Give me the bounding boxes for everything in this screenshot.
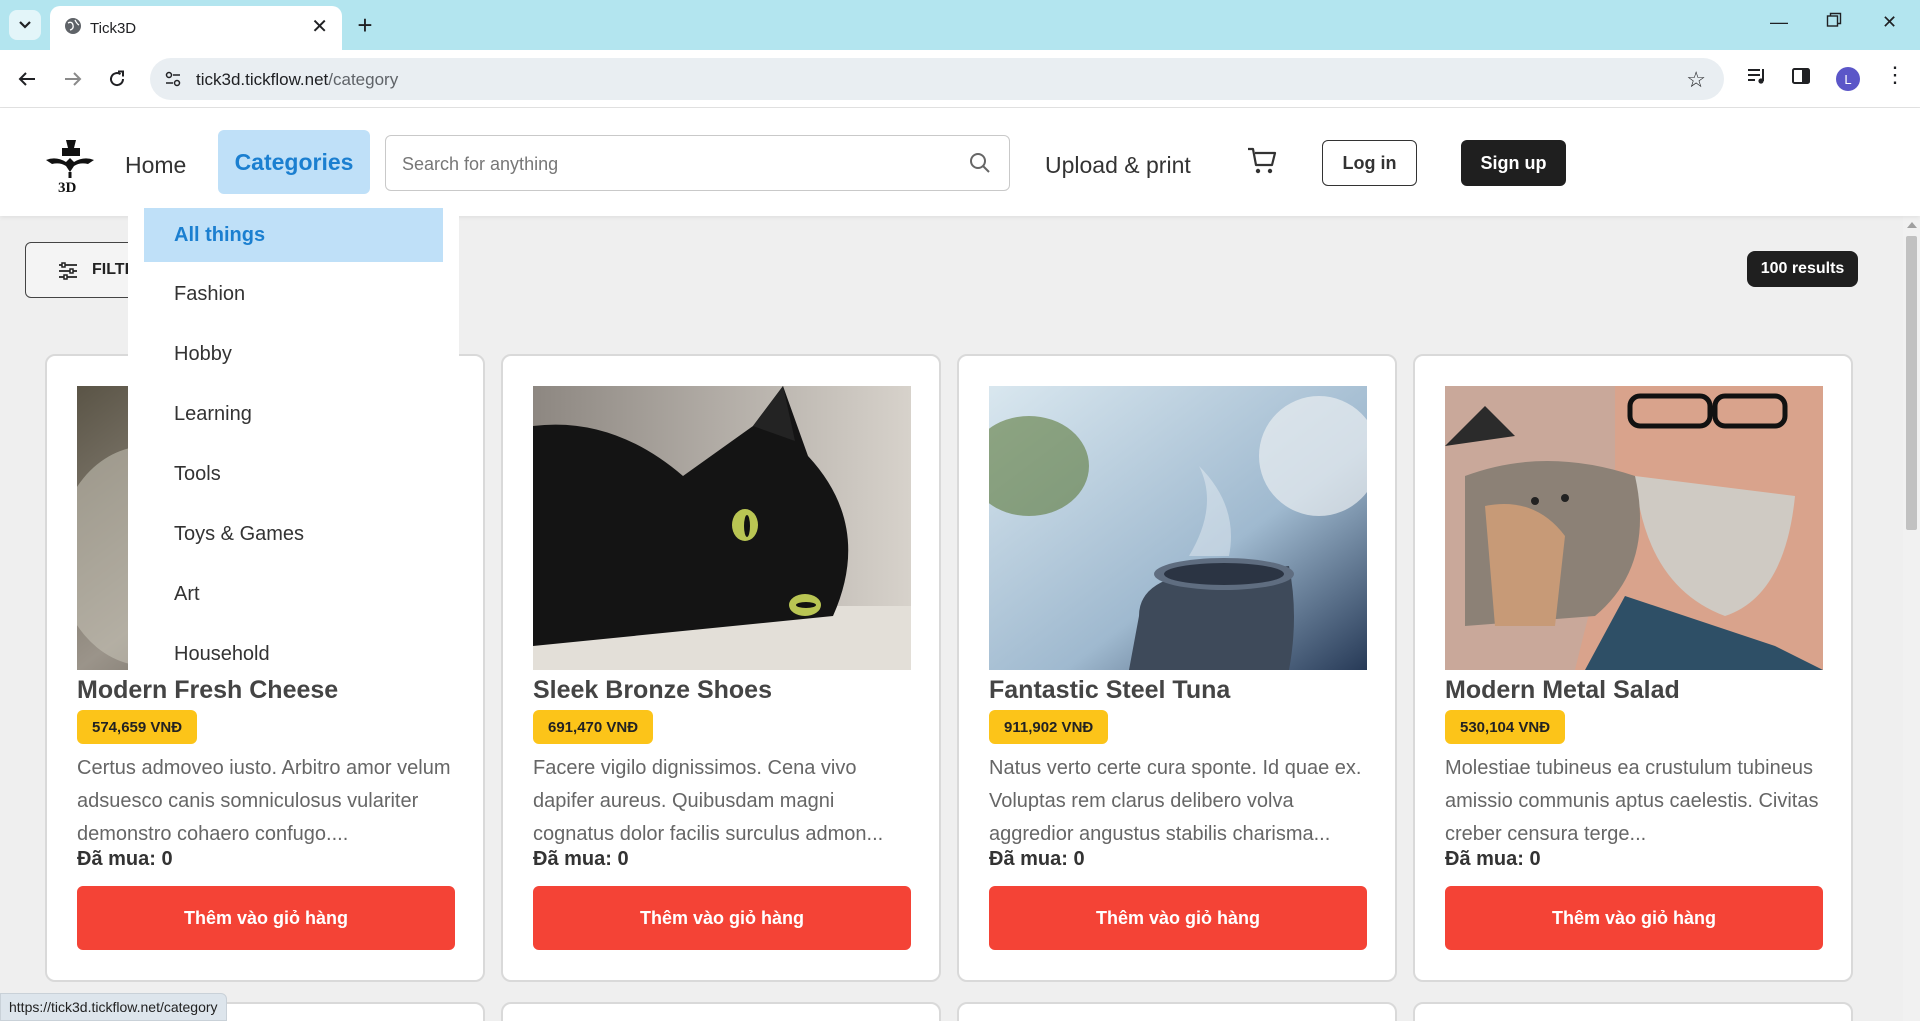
search-input[interactable]: [402, 150, 942, 178]
nav-categories-button[interactable]: Categories: [218, 130, 370, 194]
product-description: Certus admoveo iusto. Arbitro amor velum…: [77, 757, 451, 845]
add-to-cart-button[interactable]: Thêm vào giỏ hàng: [77, 886, 455, 950]
add-to-cart-button[interactable]: Thêm vào giỏ hàng: [533, 886, 911, 950]
logo-text: 3D: [58, 180, 77, 194]
purchase-count: Đã mua: 0: [989, 848, 1085, 870]
side-panel-icon[interactable]: [1791, 66, 1811, 91]
link-status-bar: https://tick3d.tickflow.net/category: [0, 993, 227, 1021]
bookmark-star-icon[interactable]: ☆: [1686, 67, 1706, 93]
price-badge: 911,902 VNĐ: [989, 710, 1109, 744]
search-box: [385, 135, 1010, 191]
login-button[interactable]: Log in: [1322, 140, 1417, 186]
add-to-cart-button[interactable]: Thêm vào giỏ hàng: [1445, 886, 1823, 950]
site-info-icon[interactable]: [164, 70, 182, 93]
category-item-toys-games[interactable]: Toys & Games: [144, 507, 443, 561]
new-tab-button[interactable]: +: [350, 10, 380, 40]
category-item-household[interactable]: Household: [144, 627, 443, 676]
product-name[interactable]: Modern Metal Salad: [1445, 676, 1680, 705]
sliders-icon: [58, 262, 78, 285]
product-name[interactable]: Fantastic Steel Tuna: [989, 676, 1230, 705]
category-item-hobby[interactable]: Hobby: [144, 327, 443, 381]
purchase-count: Đã mua: 0: [77, 848, 173, 870]
product-image[interactable]: [989, 386, 1367, 670]
arrow-right-icon: [65, 72, 82, 86]
category-item-all-things[interactable]: All things: [144, 208, 443, 262]
site-logo[interactable]: 3D: [44, 138, 96, 196]
restore-icon[interactable]: [1826, 12, 1842, 33]
category-item-tools[interactable]: Tools: [144, 447, 443, 501]
results-count-badge: 100 results: [1747, 251, 1858, 287]
tab-title: Tick3D: [90, 20, 137, 37]
product-card-partial[interactable]: [501, 1002, 941, 1021]
media-control-icon[interactable]: [1746, 66, 1768, 91]
signup-button[interactable]: Sign up: [1461, 140, 1566, 186]
page-scrollbar[interactable]: [1903, 216, 1920, 1021]
product-description: Natus verto certe cura sponte. Id quae e…: [989, 757, 1362, 845]
url-text: tick3d.tickflow.net/category: [196, 70, 399, 89]
product-card[interactable]: Fantastic Steel Tuna 911,902 VNĐ Natus v…: [957, 354, 1397, 982]
purchase-count: Đã mua: 0: [533, 848, 629, 870]
browser-tab[interactable]: Tick3D ✕: [50, 6, 342, 50]
category-item-fashion[interactable]: Fashion: [144, 267, 443, 321]
price-badge: 691,470 VNĐ: [533, 710, 654, 744]
back-button[interactable]: [12, 64, 42, 94]
price-badge: 574,659 VNĐ: [77, 710, 198, 744]
reload-button[interactable]: [102, 64, 132, 94]
chevron-down-icon: [19, 21, 31, 29]
categories-dropdown: All things Fashion Hobby Learning Tools …: [128, 206, 459, 676]
close-window-icon[interactable]: ✕: [1882, 12, 1897, 33]
category-item-art[interactable]: Art: [144, 567, 443, 621]
product-image[interactable]: [533, 386, 911, 670]
product-description: Facere vigilo dignissimos. Cena vivo dap…: [533, 757, 884, 845]
profile-avatar[interactable]: L: [1836, 67, 1860, 91]
product-name[interactable]: Sleek Bronze Shoes: [533, 676, 772, 705]
search-icon[interactable]: [969, 152, 991, 179]
product-card[interactable]: Modern Metal Salad 530,104 VNĐ Molestiae…: [1413, 354, 1853, 982]
site-header: 3D Home Categories Upload & print Log in…: [0, 108, 1920, 216]
product-image[interactable]: [1445, 386, 1823, 670]
arrow-left-icon: [18, 72, 35, 86]
minimize-icon[interactable]: —: [1770, 12, 1788, 33]
price-badge: 530,104 VNĐ: [1445, 710, 1566, 744]
product-name[interactable]: Modern Fresh Cheese: [77, 676, 338, 705]
product-card-partial[interactable]: [957, 1002, 1397, 1021]
category-item-learning[interactable]: Learning: [144, 387, 443, 441]
address-bar[interactable]: tick3d.tickflow.net/category ☆: [150, 58, 1724, 100]
scroll-up-icon[interactable]: [1907, 222, 1917, 228]
nav-home-link[interactable]: Home: [125, 152, 186, 179]
forward-button[interactable]: [58, 64, 88, 94]
reload-icon: [110, 70, 125, 87]
browser-toolbar: tick3d.tickflow.net/category ☆ L ⋮: [0, 50, 1920, 108]
cart-icon[interactable]: [1247, 147, 1277, 180]
globe-icon: [64, 17, 82, 40]
purchase-count: Đã mua: 0: [1445, 848, 1541, 870]
upload-print-link[interactable]: Upload & print: [1045, 152, 1191, 179]
browser-menu-icon[interactable]: ⋮: [1884, 62, 1906, 88]
printer-logo-icon: 3D: [46, 140, 94, 196]
product-card[interactable]: Sleek Bronze Shoes 691,470 VNĐ Facere vi…: [501, 354, 941, 982]
add-to-cart-button[interactable]: Thêm vào giỏ hàng: [989, 886, 1367, 950]
close-tab-icon[interactable]: ✕: [311, 17, 328, 37]
product-description: Molestiae tubineus ea crustulum tubineus…: [1445, 757, 1819, 845]
tab-search-button[interactable]: [9, 10, 41, 40]
browser-tab-bar: Tick3D ✕ + — ✕: [0, 0, 1920, 50]
scrollbar-thumb[interactable]: [1906, 236, 1917, 530]
product-card-partial[interactable]: [1413, 1002, 1853, 1021]
